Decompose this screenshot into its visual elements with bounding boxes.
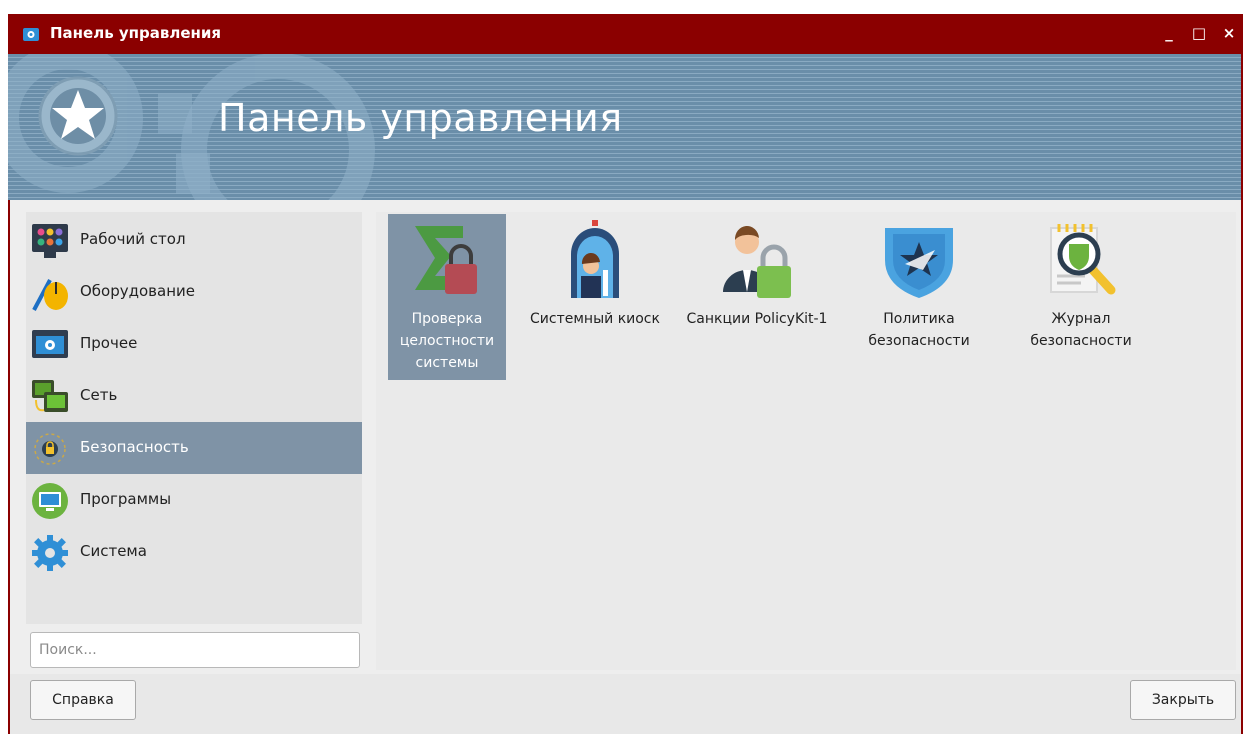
sidebar-item-label: Оборудование: [80, 282, 195, 300]
security-icon: [34, 433, 66, 465]
sidebar-item-label: Рабочий стол: [80, 230, 186, 248]
help-button[interactable]: Справка: [30, 680, 136, 720]
security-log-icon: [1050, 224, 1116, 295]
search-input[interactable]: [30, 632, 360, 668]
other-settings-icon: [32, 330, 68, 358]
sidebar-item-network[interactable]: Сеть: [26, 370, 362, 422]
policykit-icon: [723, 225, 791, 298]
tile-label: Санкции PolicyKit-1: [686, 311, 828, 327]
banner-title: Панель управления: [218, 96, 623, 140]
tile-security-log[interactable]: Журнал безопасности: [1004, 214, 1158, 380]
system-gear-icon: [32, 535, 68, 571]
sidebar-item-security[interactable]: Безопасность: [26, 422, 362, 474]
kiosk-icon: [571, 220, 619, 298]
tile-label: Журнал безопасности: [1030, 311, 1132, 349]
desktop-icon: [32, 224, 68, 258]
minimize-button[interactable]: _: [1158, 22, 1180, 44]
maximize-button[interactable]: □: [1188, 22, 1210, 44]
tile-policykit[interactable]: Санкции PolicyKit-1: [680, 214, 834, 380]
sidebar-item-hardware[interactable]: Оборудование: [26, 266, 362, 318]
category-sidebar: Рабочий стол Оборудование Прочее Сеть Бе…: [26, 212, 362, 624]
security-policy-icon: [885, 228, 953, 298]
applet-grid: Проверка целостности системы Системный к…: [376, 212, 1236, 670]
window-close-button[interactable]: ×: [1218, 22, 1240, 44]
sidebar-item-desktop[interactable]: Рабочий стол: [26, 214, 362, 266]
banner-gears-decoration: [8, 54, 375, 200]
window: Панель управления _ □ × Панель управлени…: [8, 14, 1243, 734]
hardware-mouse-icon: [32, 279, 68, 311]
sidebar-item-other[interactable]: Прочее: [26, 318, 362, 370]
sidebar-item-programs[interactable]: Программы: [26, 474, 362, 526]
content-area: Рабочий стол Оборудование Прочее Сеть Бе…: [10, 200, 1241, 734]
sidebar-item-label: Система: [80, 542, 147, 560]
sidebar-item-system[interactable]: Система: [26, 526, 362, 578]
programs-icon: [32, 483, 68, 519]
tile-label: Проверка целостности системы: [399, 311, 495, 371]
header-banner: Панель управления: [8, 54, 1241, 200]
sidebar-item-label: Безопасность: [80, 438, 189, 456]
window-title: Панель управления: [50, 24, 222, 42]
star-gear-icon: [38, 76, 118, 156]
integrity-check-icon: [415, 226, 477, 294]
tile-label: Политика безопасности: [868, 311, 970, 349]
tile-label: Системный киоск: [530, 311, 660, 327]
sidebar-item-label: Сеть: [80, 386, 118, 404]
sidebar-item-label: Прочее: [80, 334, 138, 352]
tile-kiosk[interactable]: Системный киоск: [518, 214, 672, 380]
tile-integrity-check[interactable]: Проверка целостности системы: [388, 214, 506, 380]
close-button[interactable]: Закрыть: [1130, 680, 1236, 720]
control-panel-icon: [23, 28, 39, 41]
tile-security-policy[interactable]: Политика безопасности: [842, 214, 996, 380]
titlebar: Панель управления _ □ ×: [8, 14, 1243, 54]
dialog-footer: Справка Закрыть: [10, 674, 1241, 734]
network-icon: [32, 380, 68, 412]
sidebar-item-label: Программы: [80, 490, 172, 508]
